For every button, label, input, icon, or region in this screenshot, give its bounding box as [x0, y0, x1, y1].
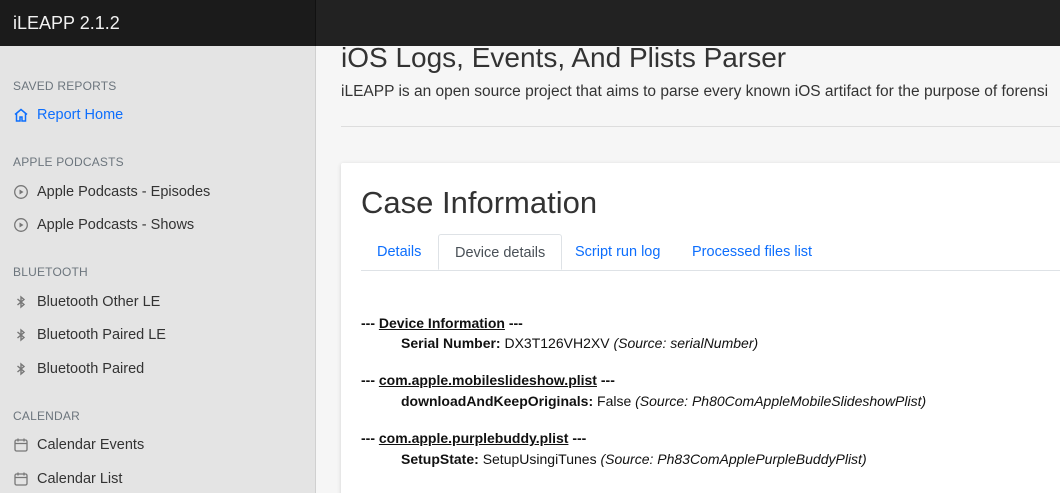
section-name: Device Information	[378, 315, 505, 331]
detail-key: Serial Number:	[401, 335, 501, 351]
section-name: com.apple.purplebuddy.plist	[378, 430, 569, 446]
detail-source: (Source: serialNumber)	[613, 335, 759, 351]
sidebar: SAVED REPORTS Report Home APPLE PODCASTS…	[0, 46, 316, 493]
tab-processed-files-list[interactable]: Processed files list	[676, 234, 828, 270]
detail-row: Serial Number: DX3T126VH2XV (Source: ser…	[401, 335, 758, 351]
tab-script-run-log[interactable]: Script run log	[559, 234, 676, 270]
bluetooth-icon	[13, 361, 29, 377]
section-name: com.apple.mobileslideshow.plist	[378, 372, 597, 388]
top-navbar: iLEAPP 2.1.2	[0, 0, 1060, 46]
sidebar-item-bluetooth-other-le[interactable]: Bluetooth Other LE	[13, 290, 160, 314]
play-circle-icon	[13, 217, 29, 233]
divider	[341, 126, 1060, 127]
tab-details[interactable]: Details	[361, 234, 437, 270]
detail-source: (Source: Ph83ComApplePurpleBuddyPlist)	[600, 451, 867, 467]
detail-source: (Source: Ph80ComAppleMobileSlideshowPlis…	[635, 393, 927, 409]
sidebar-heading-saved-reports: SAVED REPORTS	[13, 79, 117, 93]
sidebar-item-label: Calendar Events	[37, 437, 145, 453]
play-circle-icon	[13, 184, 29, 200]
detail-value: False	[597, 393, 632, 409]
sidebar-item-bluetooth-paired-le[interactable]: Bluetooth Paired LE	[13, 323, 166, 347]
sidebar-heading-apple-podcasts: APPLE PODCASTS	[13, 155, 124, 169]
sidebar-item-calendar-list[interactable]: Calendar List	[13, 467, 122, 491]
sidebar-heading-bluetooth: BLUETOOTH	[13, 265, 88, 279]
detail-value: SetupUsingiTunes	[482, 451, 597, 467]
detail-row: downloadAndKeepOriginals: False (Source:…	[401, 393, 926, 409]
sidebar-item-podcasts-shows[interactable]: Apple Podcasts - Shows	[13, 213, 194, 237]
home-icon	[13, 107, 29, 123]
sidebar-item-label: Bluetooth Paired	[37, 361, 145, 377]
detail-key: downloadAndKeepOriginals:	[401, 393, 594, 409]
tab-bar: Details Device details Script run log Pr…	[361, 234, 1060, 271]
sidebar-item-report-home[interactable]: Report Home	[13, 103, 123, 127]
sidebar-item-label: Apple Podcasts - Shows	[37, 217, 195, 233]
sidebar-item-calendar-events[interactable]: Calendar Events	[13, 433, 144, 457]
sidebar-item-label: Report Home	[37, 107, 124, 123]
card-title: Case Information	[361, 185, 598, 220]
case-information-card: Case Information Details Device details …	[341, 163, 1060, 493]
sidebar-item-label: Bluetooth Other LE	[37, 294, 161, 310]
bluetooth-icon	[13, 327, 29, 343]
tab-device-details[interactable]: Device details	[438, 234, 563, 270]
calendar-icon	[13, 471, 29, 487]
sidebar-item-label: Apple Podcasts - Episodes	[37, 184, 211, 200]
sidebar-heading-calendar: CALENDAR	[13, 409, 80, 423]
calendar-icon	[13, 437, 29, 453]
page-title: iOS Logs, Events, And Plists Parser	[341, 46, 787, 73]
detail-row: SetupState: SetupUsingiTunes (Source: Ph…	[401, 451, 867, 467]
sidebar-item-podcasts-episodes[interactable]: Apple Podcasts - Episodes	[13, 180, 210, 204]
sidebar-item-label: Calendar List	[37, 471, 123, 487]
section-header: --- com.apple.mobileslideshow.plist ---	[361, 372, 615, 388]
sidebar-item-label: Bluetooth Paired LE	[37, 327, 166, 343]
page-description: iLEAPP is an open source project that ai…	[341, 83, 1049, 100]
app-title[interactable]: iLEAPP 2.1.2	[0, 0, 316, 46]
sidebar-item-bluetooth-paired[interactable]: Bluetooth Paired	[13, 357, 144, 381]
detail-value: DX3T126VH2XV	[504, 335, 610, 351]
bluetooth-icon	[13, 294, 29, 310]
section-header: --- Device Information ---	[361, 315, 523, 331]
main-content: iOS Logs, Events, And Plists Parser iLEA…	[317, 46, 1060, 493]
detail-key: SetupState:	[401, 451, 479, 467]
section-header: --- com.apple.purplebuddy.plist ---	[361, 430, 587, 446]
